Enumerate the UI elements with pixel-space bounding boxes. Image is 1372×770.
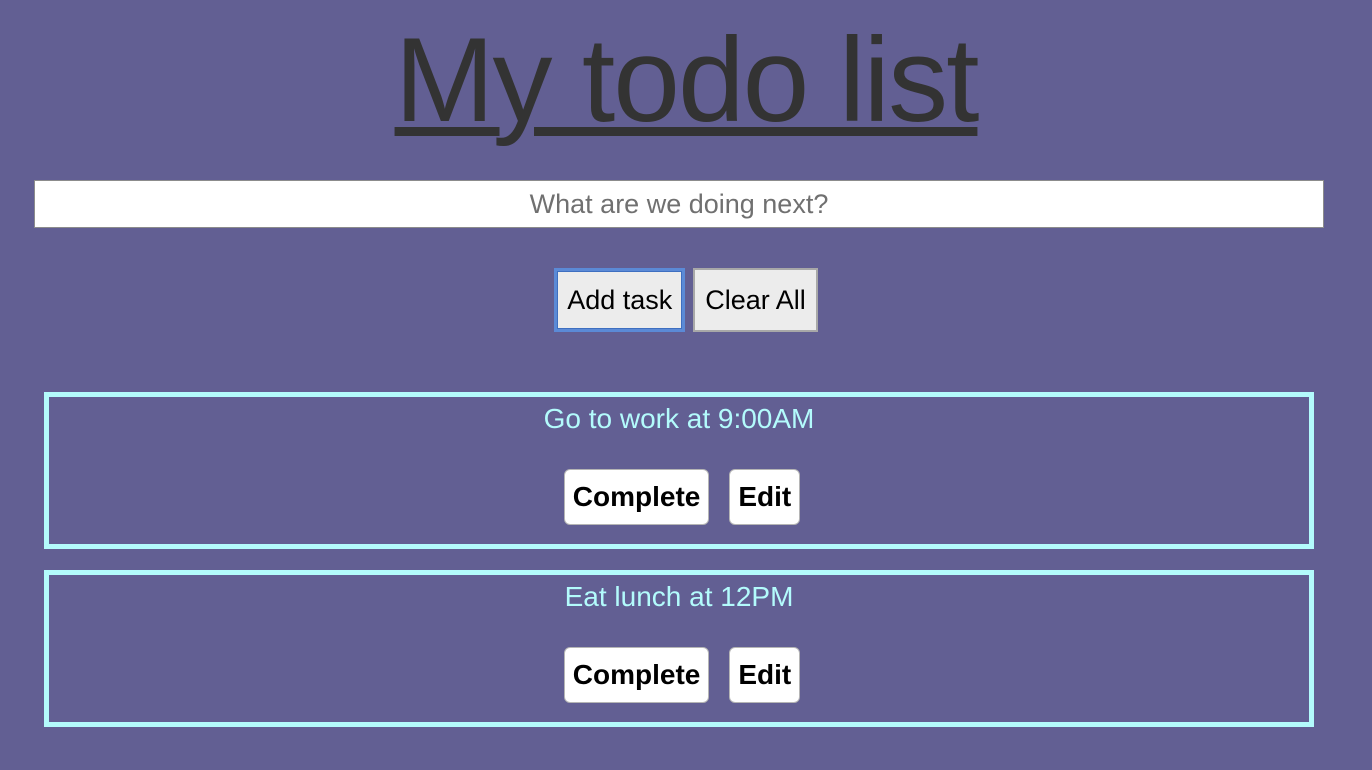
task-controls: Add task Clear All bbox=[0, 268, 1372, 332]
task-item: Go to work at 9:00AM Complete Edit bbox=[44, 392, 1314, 549]
clear-all-button[interactable]: Clear All bbox=[693, 268, 818, 332]
complete-task-button[interactable]: Complete bbox=[563, 469, 710, 525]
task-text: Go to work at 9:00AM bbox=[543, 403, 815, 434]
edit-task-button[interactable]: Edit bbox=[729, 647, 801, 703]
task-actions: Complete Edit bbox=[49, 647, 1309, 703]
todo-page: My todo list Add task Clear All Go to wo… bbox=[0, 0, 1372, 770]
task-text: Eat lunch at 12PM bbox=[564, 581, 794, 612]
new-task-input[interactable] bbox=[34, 180, 1324, 228]
edit-task-button[interactable]: Edit bbox=[729, 469, 801, 525]
add-task-button[interactable]: Add task bbox=[554, 268, 686, 332]
complete-task-button[interactable]: Complete bbox=[563, 647, 710, 703]
page-title: My todo list bbox=[394, 13, 980, 147]
task-item: Eat lunch at 12PM Complete Edit bbox=[44, 570, 1314, 727]
task-actions: Complete Edit bbox=[49, 469, 1309, 525]
